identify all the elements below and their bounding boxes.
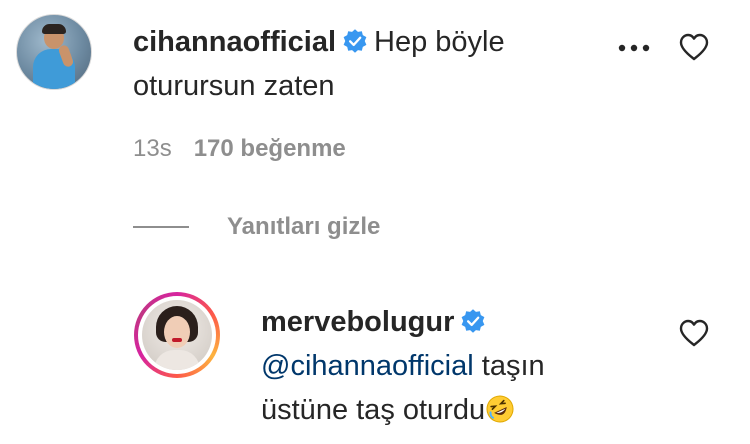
hide-replies-button[interactable]: Yanıtları gizle xyxy=(133,212,380,242)
avatar-figure-hair xyxy=(42,24,66,34)
rolling-on-floor-laughing-emoji xyxy=(486,395,514,423)
reply-text-block: mervebolugur @cihannaofficial taşın üstün… xyxy=(261,300,621,432)
reply-avatar[interactable] xyxy=(134,292,220,378)
comment-meta: 13s 170 beğenme xyxy=(133,135,346,163)
comment-time: 13s xyxy=(133,135,172,162)
avatar-photo-face xyxy=(164,316,190,348)
heart-outline-icon[interactable] xyxy=(678,318,710,348)
comment-text-block: cihannaofficial Hep böyle oturursun zaten xyxy=(133,20,593,108)
replies-divider-line xyxy=(133,226,189,228)
reply-username[interactable]: mervebolugur xyxy=(261,306,454,338)
reply-mention-link[interactable]: @cihannaofficial xyxy=(261,350,474,382)
verified-badge-icon xyxy=(343,29,367,53)
avatar-photo-lips xyxy=(172,338,182,342)
avatar-photo xyxy=(142,300,212,370)
hide-replies-label: Yanıtları gizle xyxy=(227,213,381,240)
reply: mervebolugur @cihannaofficial taşın üstün… xyxy=(0,270,750,444)
comment-likes[interactable]: 170 beğenme xyxy=(194,135,346,162)
comment-username[interactable]: cihannaofficial xyxy=(133,26,336,58)
heart-outline-icon[interactable] xyxy=(678,32,710,62)
avatar-photo-dress xyxy=(154,350,200,370)
comment: cihannaofficial Hep böyle oturursun zaten… xyxy=(0,0,750,200)
verified-badge-icon xyxy=(462,309,485,333)
avatar[interactable] xyxy=(16,14,92,90)
more-options-icon[interactable] xyxy=(614,36,654,60)
